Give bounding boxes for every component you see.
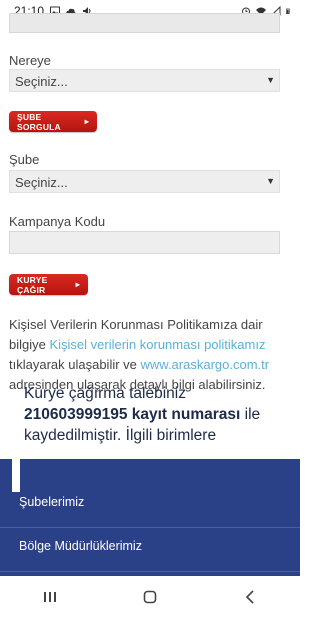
previous-input-field[interactable] [9,13,280,33]
nereye-select[interactable]: Seçiniz... ▼ [9,69,280,92]
notice-after: ile [240,406,261,423]
kampanya-input[interactable] [9,231,280,254]
recent-apps-button[interactable] [35,587,65,607]
back-button[interactable] [235,587,265,607]
nav-item-subelerimiz[interactable]: Şubelerimiz [0,483,300,521]
notice-line-1: Kurye çağırma talebiniz [24,385,186,402]
recent-apps-icon [44,591,56,602]
sube-sorgula-label: ŞUBE SORGULA [17,111,61,132]
website-link[interactable]: www.araskargo.com.tr [141,357,270,372]
kampanya-label: Kampanya Kodu [9,214,106,229]
back-icon [245,589,254,604]
dropdown-arrow-icon: ▼ [266,176,275,186]
notice-line-3: kaydedilmiştir. İlgili birimlere [24,427,217,444]
nav-item-label: Bölge Müdürlüklerimiz [19,539,142,553]
sube-sorgula-button[interactable]: ŞUBE SORGULA ▸ [9,111,97,132]
privacy-text-2: tıklayarak ulaşabilir ve [9,357,141,372]
home-button[interactable] [135,587,165,607]
kurye-cagir-label: KURYE ÇAĞIR [17,274,48,295]
nav-item-label: Şubelerimiz [19,495,85,509]
android-navigation-bar [0,576,300,617]
chevron-right-icon: ▸ [75,280,80,289]
nereye-label: Nereye [9,53,51,68]
privacy-policy-link[interactable]: Kişisel verilerin korunması politikamız [49,337,265,352]
nav-divider [0,571,300,572]
sube-select[interactable]: Seçiniz... ▼ [9,170,280,193]
record-number: 210603999195 kayıt numarası [24,406,241,423]
chevron-right-icon: ▸ [84,117,89,126]
sube-select-value: Seçiniz... [15,175,68,190]
sube-label: Şube [9,152,40,167]
home-icon [143,590,157,603]
courier-request-notice: Kurye çağırma talebiniz 210603999195 kay… [24,383,284,446]
bottom-nav-panel: Şubelerimiz Bölge Müdürlüklerimiz [0,459,300,576]
dropdown-arrow-icon: ▼ [266,75,275,85]
battery-icon [286,8,290,14]
nereye-select-value: Seçiniz... [15,74,68,89]
kurye-cagir-button[interactable]: KURYE ÇAĞIR ▸ [9,274,88,295]
nav-item-bolge-mudurluklerimiz[interactable]: Bölge Müdürlüklerimiz [0,527,300,565]
